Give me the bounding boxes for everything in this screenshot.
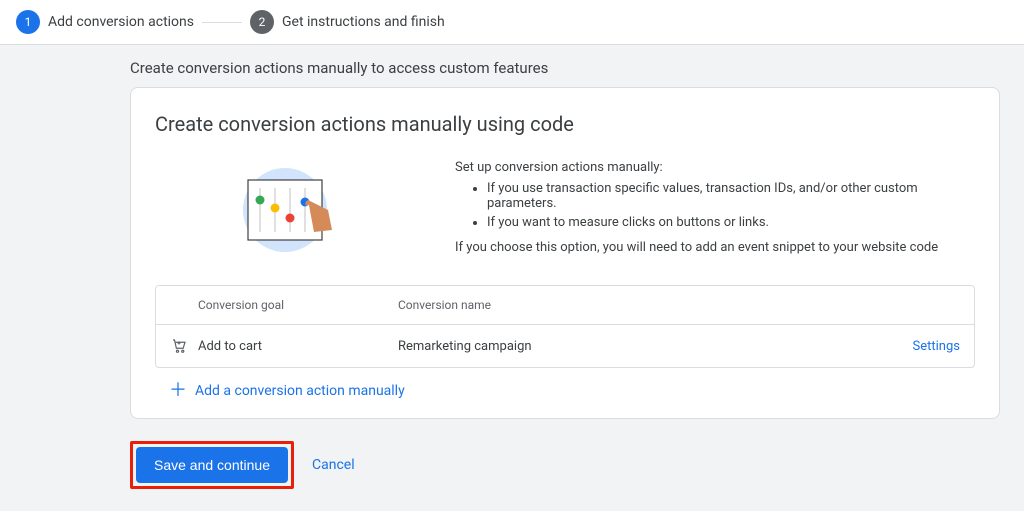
plus-icon: ＋ — [169, 382, 187, 400]
sliders-illustration-icon — [220, 160, 350, 260]
main-card: Create conversion actions manually using… — [130, 87, 1000, 419]
illustration — [155, 160, 415, 260]
section-title: Create conversion actions manually to ac… — [130, 59, 1024, 77]
cancel-button[interactable]: Cancel — [312, 457, 355, 473]
footer: Save and continue Cancel — [130, 441, 1024, 489]
add-action-label: Add a conversion action manually — [195, 383, 405, 399]
table-row: Add to cart Remarketing campaign Setting… — [156, 325, 974, 367]
header-name: Conversion name — [398, 298, 880, 312]
row-name: Remarketing campaign — [398, 339, 880, 354]
step-1[interactable]: 1 Add conversion actions — [16, 10, 194, 34]
card-title: Create conversion actions manually using… — [155, 112, 975, 136]
intro-lead: Set up conversion actions manually: — [455, 160, 975, 175]
add-conversion-action-button[interactable]: ＋ Add a conversion action manually — [155, 382, 975, 400]
intro-text: Set up conversion actions manually: If y… — [455, 160, 975, 261]
intro-tail: If you choose this option, you will need… — [455, 240, 975, 255]
step-2-number: 2 — [250, 10, 274, 34]
conversion-table: Conversion goal Conversion name Add to c… — [155, 285, 975, 368]
step-divider — [202, 22, 242, 23]
step-1-number: 1 — [16, 10, 40, 34]
intro-bullet-1: If you use transaction specific values, … — [487, 181, 975, 211]
settings-link[interactable]: Settings — [913, 339, 960, 354]
step-2[interactable]: 2 Get instructions and finish — [250, 10, 445, 34]
table-header: Conversion goal Conversion name — [156, 286, 974, 325]
intro-bullet-2: If you want to measure clicks on buttons… — [487, 215, 975, 230]
header-goal: Conversion goal — [198, 298, 398, 312]
cart-icon — [170, 337, 198, 355]
step-1-label: Add conversion actions — [48, 14, 194, 30]
step-2-label: Get instructions and finish — [282, 14, 445, 30]
highlight-ring: Save and continue — [130, 441, 294, 489]
stepper: 1 Add conversion actions 2 Get instructi… — [0, 0, 1024, 45]
row-goal: Add to cart — [198, 339, 398, 354]
save-and-continue-button[interactable]: Save and continue — [136, 447, 288, 483]
